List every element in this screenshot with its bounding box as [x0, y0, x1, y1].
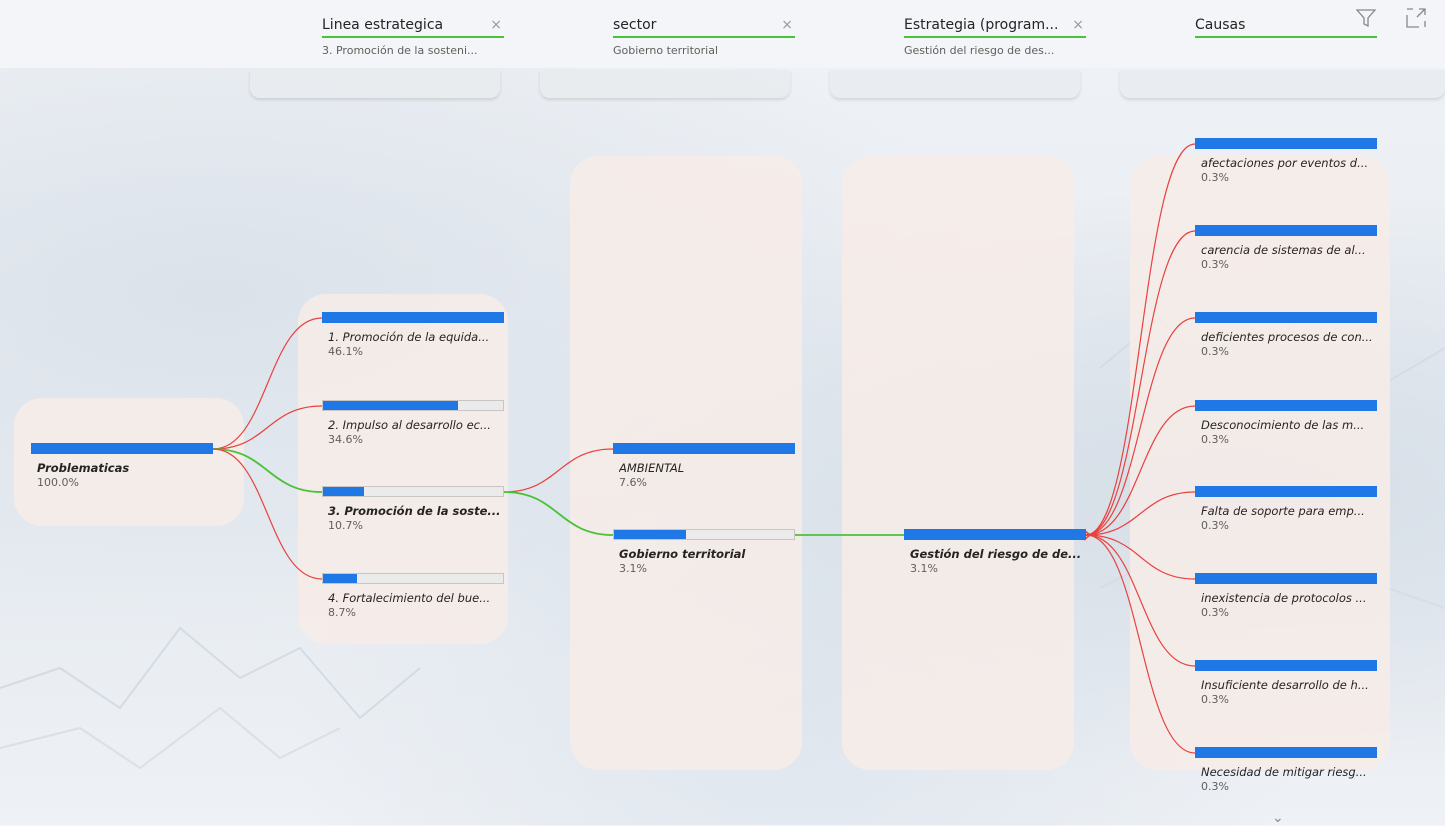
- value-bar: [1195, 138, 1377, 149]
- node-label: Insuficiente desarrollo de h...: [1201, 678, 1369, 692]
- node-percent: 100.0%: [37, 476, 79, 489]
- tree-node[interactable]: carencia de sistemas de al... 0.3%: [1195, 225, 1377, 271]
- value-bar-fill: [1195, 573, 1377, 584]
- node-label: Gestión del riesgo de de...: [910, 547, 1082, 561]
- tree-node[interactable]: 2. Impulso al desarrollo ec... 34.6%: [322, 400, 504, 446]
- connector-line: [212, 448, 323, 580]
- value-bar: [1195, 747, 1377, 758]
- node-percent: 0.3%: [1201, 606, 1229, 619]
- node-label: Falta de soporte para emp...: [1201, 504, 1365, 518]
- value-bar: [1195, 312, 1377, 323]
- node-percent: 0.3%: [1201, 519, 1229, 532]
- tree-node[interactable]: Necesidad de mitigar riesg... 0.3%: [1195, 747, 1377, 793]
- node-label: AMBIENTAL: [619, 461, 685, 475]
- node-label: 1. Promoción de la equida...: [328, 330, 490, 344]
- connector-line: [1085, 143, 1196, 536]
- tree-node[interactable]: inexistencia de protocolos ... 0.3%: [1195, 573, 1377, 619]
- value-bar: [322, 573, 504, 584]
- connector-line: [1085, 534, 1196, 754]
- node-percent: 46.1%: [328, 345, 363, 358]
- connector-line: [503, 448, 614, 493]
- value-bar: [613, 529, 795, 540]
- node-label: Gobierno territorial: [619, 547, 746, 561]
- node-label: carencia de sistemas de al...: [1201, 243, 1366, 257]
- value-bar-fill: [1195, 747, 1377, 758]
- connector-line: [212, 448, 323, 493]
- node-percent: 0.3%: [1201, 171, 1229, 184]
- value-bar-fill: [31, 443, 213, 454]
- connector-line: [1085, 491, 1196, 536]
- node-percent: 0.3%: [1201, 780, 1229, 793]
- tree-node[interactable]: 1. Promoción de la equida... 46.1%: [322, 312, 504, 358]
- value-bar-fill: [1195, 312, 1377, 323]
- value-bar-fill: [1195, 400, 1377, 411]
- node-label: Problematicas: [37, 461, 130, 475]
- node-label: Desconocimiento de las m...: [1201, 418, 1365, 432]
- node-label: inexistencia de protocolos ...: [1201, 591, 1367, 605]
- value-bar-fill: [323, 401, 458, 410]
- value-bar: [322, 400, 504, 411]
- value-bar: [1195, 486, 1377, 497]
- tree-node[interactable]: Problematicas 100.0%: [31, 443, 213, 489]
- tree-node[interactable]: 4. Fortalecimiento del bue... 8.7%: [322, 573, 504, 619]
- node-percent: 7.6%: [619, 476, 647, 489]
- tree-node[interactable]: 3. Promoción de la soste... 10.7%: [322, 486, 504, 532]
- node-percent: 10.7%: [328, 519, 363, 532]
- connector-line: [1085, 230, 1196, 536]
- value-bar: [322, 486, 504, 497]
- value-bar: [1195, 400, 1377, 411]
- value-bar: [613, 443, 795, 454]
- node-percent: 34.6%: [328, 433, 363, 446]
- node-label: afectaciones por eventos d...: [1201, 156, 1369, 170]
- value-bar-fill: [1195, 660, 1377, 671]
- connector-line: [212, 405, 323, 450]
- value-bar-fill: [322, 312, 504, 323]
- node-label: 3. Promoción de la soste...: [328, 504, 501, 518]
- value-bar-fill: [1195, 138, 1377, 149]
- tree-node[interactable]: Insuficiente desarrollo de h... 0.3%: [1195, 660, 1377, 706]
- value-bar-fill: [1195, 486, 1377, 497]
- node-label: 2. Impulso al desarrollo ec...: [328, 418, 491, 432]
- value-bar: [1195, 660, 1377, 671]
- value-bar: [322, 312, 504, 323]
- value-bar-fill: [614, 530, 686, 539]
- value-bar: [1195, 573, 1377, 584]
- connector-line: [212, 317, 323, 450]
- value-bar-fill: [1195, 225, 1377, 236]
- tree-node[interactable]: Gestión del riesgo de de... 3.1%: [904, 529, 1086, 575]
- node-label: 4. Fortalecimiento del bue...: [328, 591, 491, 605]
- tree-node[interactable]: AMBIENTAL 7.6%: [613, 443, 795, 489]
- connector-line: [1085, 317, 1196, 536]
- node-percent: 0.3%: [1201, 345, 1229, 358]
- tree-node[interactable]: Gobierno territorial 3.1%: [613, 529, 795, 575]
- value-bar-fill: [904, 529, 1086, 540]
- value-bar-fill: [323, 574, 358, 583]
- value-bar-fill: [613, 443, 795, 454]
- node-percent: 3.1%: [619, 562, 647, 575]
- value-bar: [31, 443, 213, 454]
- value-bar-fill: [323, 487, 365, 496]
- tree-node[interactable]: Desconocimiento de las m... 0.3%: [1195, 400, 1377, 446]
- tree-node[interactable]: Falta de soporte para emp... 0.3%: [1195, 486, 1377, 532]
- value-bar: [904, 529, 1086, 540]
- node-label: deficientes procesos de con...: [1201, 330, 1373, 344]
- chevron-down-icon[interactable]: ⌄: [1272, 810, 1284, 826]
- node-percent: 3.1%: [910, 562, 938, 575]
- node-percent: 0.3%: [1201, 258, 1229, 271]
- tree-node[interactable]: deficientes procesos de con... 0.3%: [1195, 312, 1377, 358]
- connector-line: [1085, 534, 1196, 580]
- value-bar: [1195, 225, 1377, 236]
- node-percent: 0.3%: [1201, 433, 1229, 446]
- tree-node[interactable]: afectaciones por eventos d... 0.3%: [1195, 138, 1377, 184]
- node-label: Necesidad de mitigar riesg...: [1201, 765, 1367, 779]
- connector-line: [503, 491, 614, 536]
- node-percent: 8.7%: [328, 606, 356, 619]
- node-percent: 0.3%: [1201, 693, 1229, 706]
